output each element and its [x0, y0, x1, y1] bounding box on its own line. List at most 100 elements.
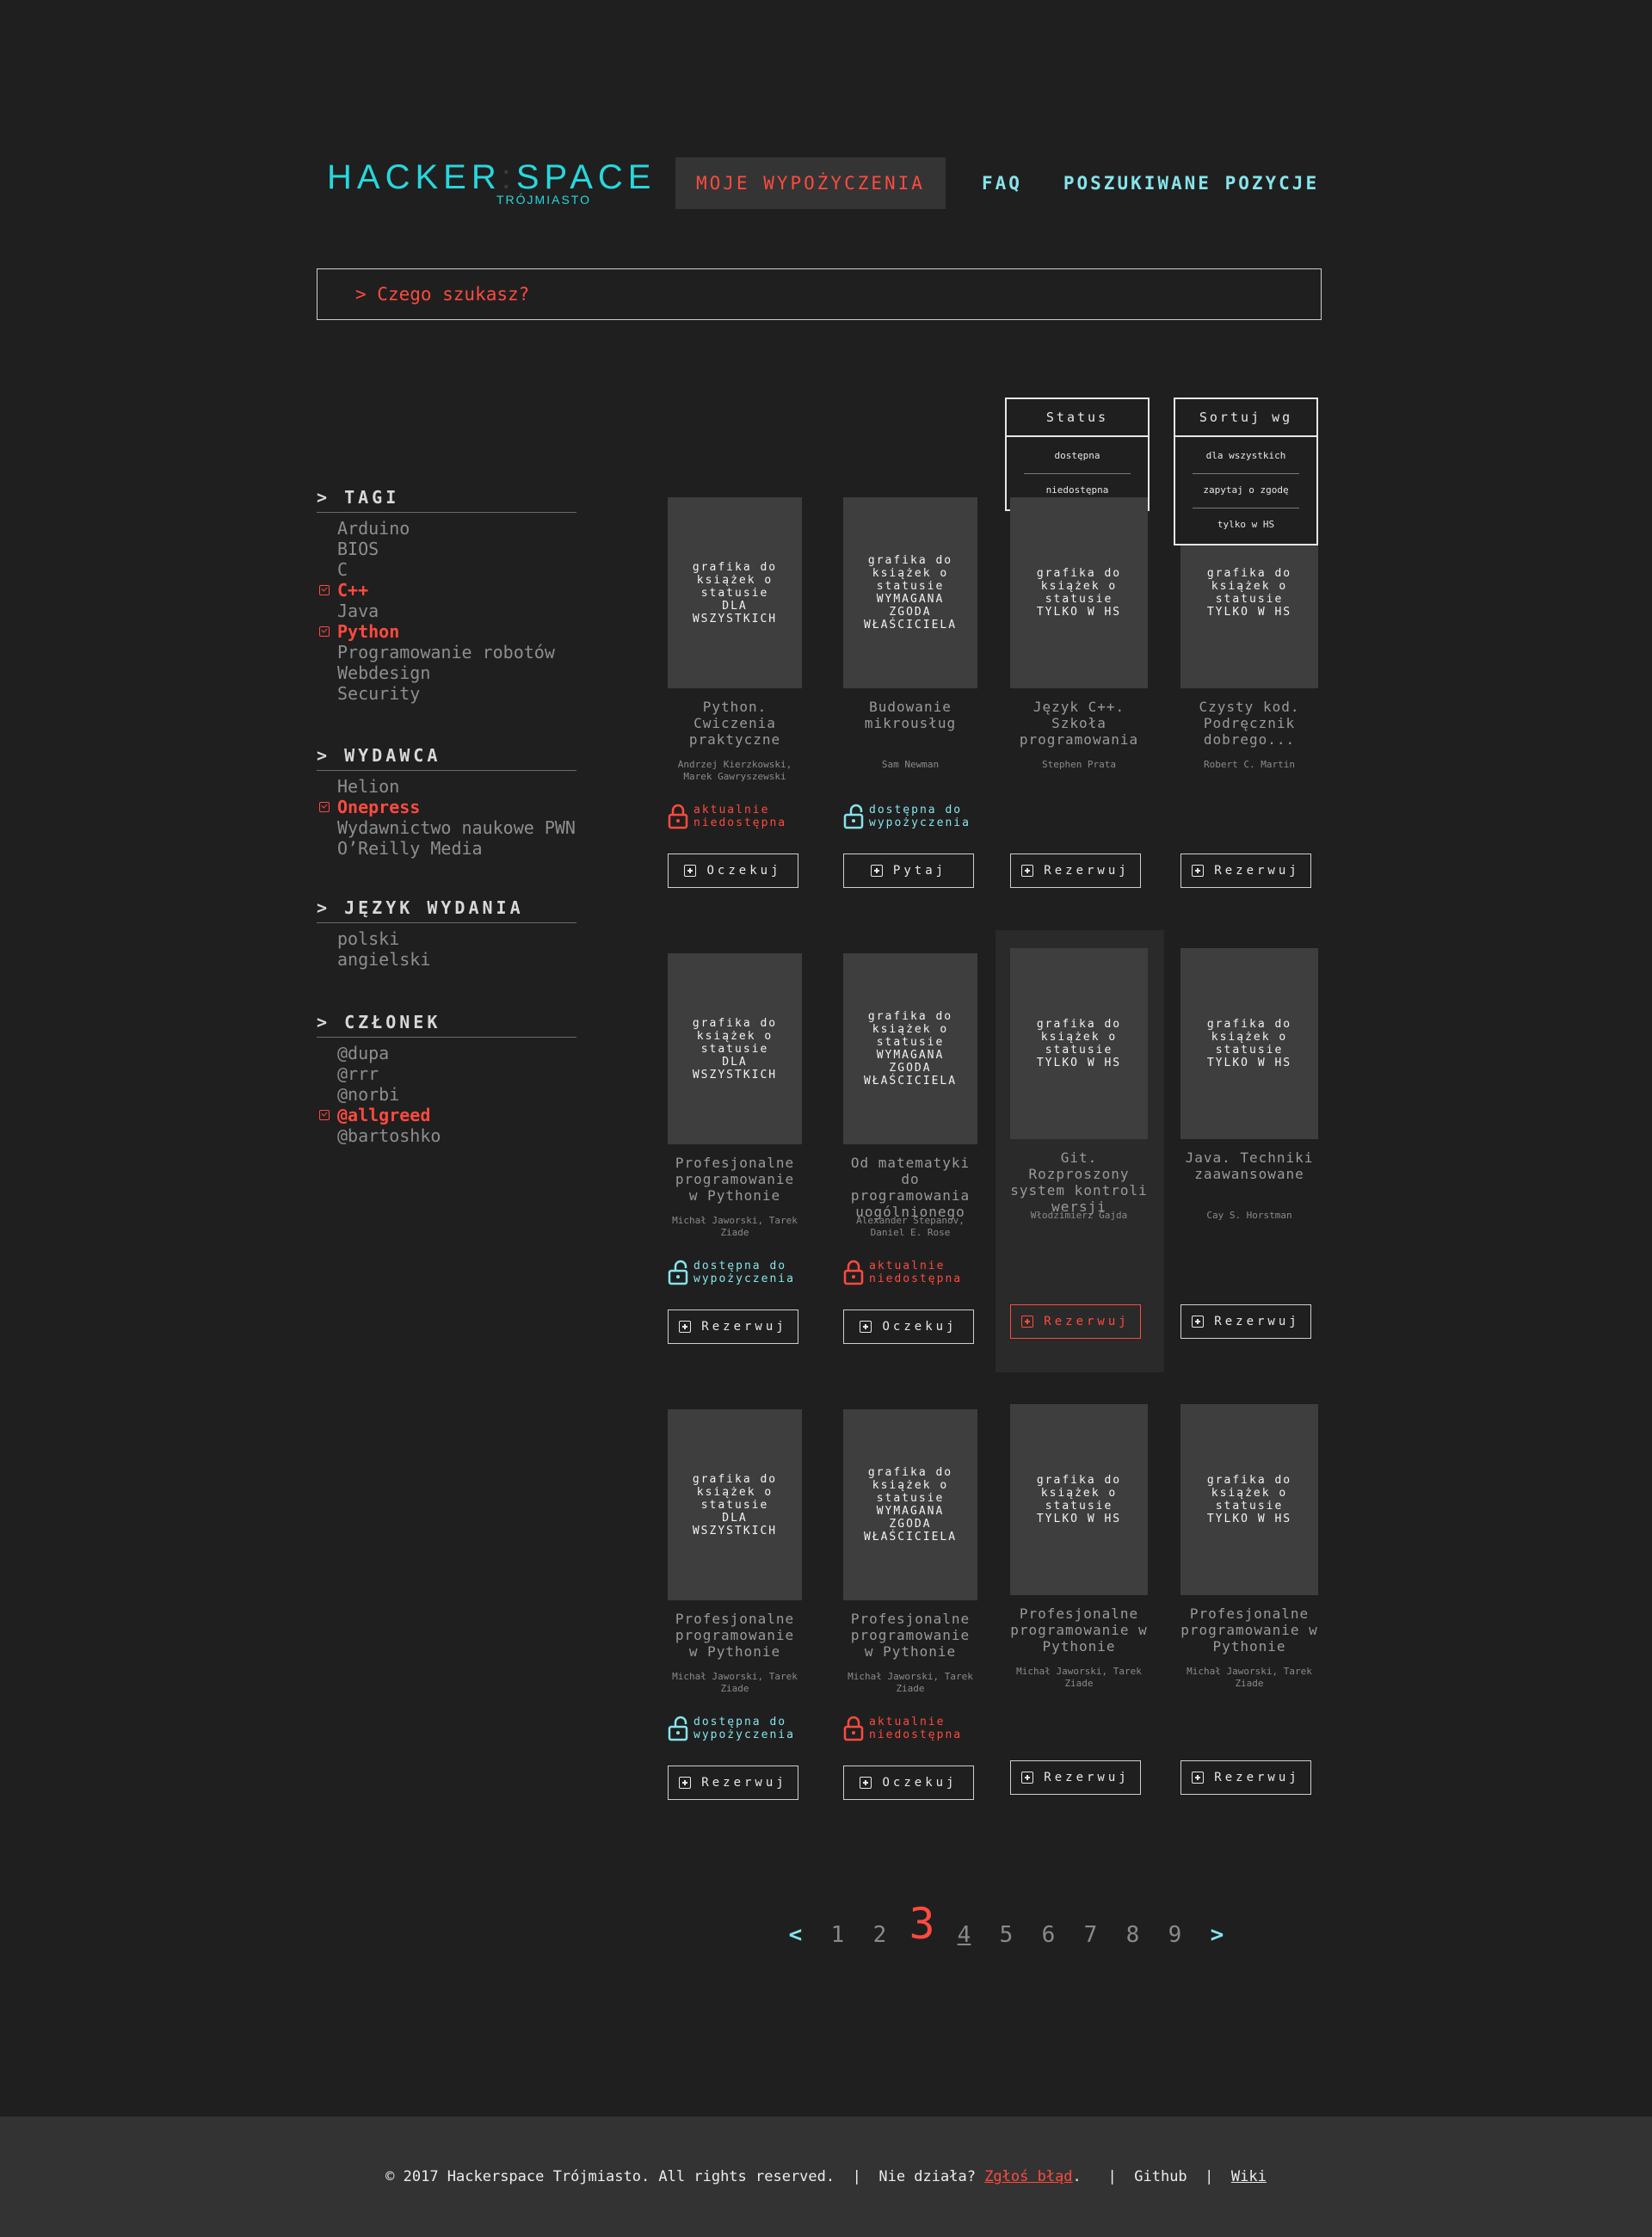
page-link[interactable]: 4: [943, 1920, 985, 1950]
book-title[interactable]: Czysty kod. Podręcznik dobrego...: [1180, 699, 1318, 752]
book-action-button[interactable]: Oczekuj: [668, 854, 798, 888]
github-link[interactable]: Github: [1134, 2168, 1187, 2185]
book-card[interactable]: grafika do książek o statusie WYMAGANA ZGODA…: [843, 497, 977, 888]
nav-wanted[interactable]: POSZUKIWANE POZYCJE: [1043, 157, 1340, 209]
plus-icon: [1192, 865, 1205, 877]
filter-item[interactable]: Arduino: [337, 518, 576, 539]
book-cover[interactable]: grafika do książek o statusie TYLKO W HS: [1010, 1404, 1148, 1595]
status-filter-dropdown[interactable]: Status dostępna niedostępna: [1005, 397, 1150, 511]
next-page-button[interactable]: >: [1196, 1920, 1238, 1950]
page-link[interactable]: 8: [1112, 1920, 1154, 1950]
filter-item[interactable]: Security: [337, 683, 576, 704]
book-card[interactable]: grafika do książek o statusie DLA WSZYSTKICH…: [668, 953, 802, 1344]
book-title[interactable]: Profesjonalne programowanie w Pythonie: [1010, 1605, 1148, 1659]
filter-item[interactable]: C: [337, 559, 576, 580]
filter-item[interactable]: polski: [337, 928, 576, 949]
filter-item[interactable]: Onepress: [319, 797, 576, 817]
book-action-button[interactable]: Oczekuj: [843, 1766, 974, 1800]
book-author: Stephen Prata: [1041, 759, 1117, 770]
book-action-button[interactable]: Rezerwuj: [1010, 854, 1141, 888]
book-action-button[interactable]: Pytaj: [843, 854, 974, 888]
page-link[interactable]: 7: [1069, 1920, 1112, 1950]
filter-item[interactable]: @norbi: [337, 1084, 576, 1105]
book-cover[interactable]: grafika do książek o statusie DLA WSZYSTKICH: [668, 1409, 802, 1600]
book-title[interactable]: Java. Techniki zaawansowane: [1180, 1149, 1318, 1203]
book-action-button[interactable]: Rezerwuj: [1180, 854, 1311, 888]
book-action-button[interactable]: Rezerwuj: [1010, 1304, 1141, 1339]
cover-text: WSZYSTKICH: [692, 1068, 778, 1082]
sort-dropdown[interactable]: Sortuj wg dla wszystkich zapytaj o zgodę…: [1174, 397, 1318, 545]
logo[interactable]: HACKER:SPACE TRÓJMIASTO: [327, 160, 650, 212]
search-input[interactable]: > Czego szukasz?: [317, 268, 1322, 320]
sort-label[interactable]: Sortuj wg: [1175, 399, 1316, 437]
book-cover[interactable]: grafika do książek o statusie TYLKO W HS: [1180, 948, 1318, 1139]
lock-open-icon: [843, 804, 869, 829]
filter-item[interactable]: angielski: [337, 949, 576, 970]
lock-closed-icon: [843, 1260, 869, 1285]
filter-item[interactable]: Java: [337, 601, 576, 621]
sort-option-all[interactable]: dla wszystkich: [1175, 439, 1316, 473]
book-title[interactable]: Profesjonalne programowanie w Pythonie: [1180, 1605, 1318, 1659]
book-action-button[interactable]: Rezerwuj: [1180, 1760, 1311, 1795]
book-card[interactable]: grafika do książek o statusie TYLKO W HS Git…: [1010, 948, 1148, 1339]
book-action-button[interactable]: Rezerwuj: [668, 1766, 798, 1800]
book-title[interactable]: Python. Cwiczenia praktyczne: [668, 699, 802, 752]
sort-option-hs[interactable]: tylko w HS: [1175, 508, 1316, 542]
status-option-available[interactable]: dostępna: [1007, 439, 1148, 473]
book-card[interactable]: grafika do książek o statusie WYMAGANA ZGODA…: [843, 1409, 977, 1800]
filter-item[interactable]: BIOS: [337, 539, 576, 559]
page-link[interactable]: 2: [859, 1920, 901, 1950]
book-cover[interactable]: grafika do książek o statusie TYLKO W HS: [1180, 1404, 1318, 1595]
wiki-link[interactable]: Wiki: [1231, 2168, 1267, 2185]
book-card[interactable]: grafika do książek o statusie TYLKO W HS Pro…: [1010, 1404, 1148, 1795]
book-action-button[interactable]: Rezerwuj: [1010, 1760, 1141, 1795]
book-title[interactable]: Język C++. Szkoła programowania: [1010, 699, 1148, 752]
book-action-label: Oczekuj: [706, 864, 782, 878]
filter-item[interactable]: Wydawnictwo naukowe PWN: [337, 817, 576, 838]
filter-item[interactable]: @dupa: [337, 1043, 576, 1063]
book-action-button[interactable]: Rezerwuj: [1180, 1304, 1311, 1339]
book-title[interactable]: Profesjonalne programowanie w Pythonie: [668, 1155, 802, 1208]
prev-page-button[interactable]: <: [774, 1920, 817, 1950]
book-cover[interactable]: grafika do książek o statusie TYLKO W HS: [1010, 948, 1148, 1139]
report-bug-link[interactable]: Zgłoś błąd: [984, 2168, 1072, 2185]
book-action-button[interactable]: Oczekuj: [843, 1310, 974, 1344]
book-card[interactable]: grafika do książek o statusie TYLKO W HS Czy…: [1180, 497, 1318, 888]
filter-item[interactable]: O’Reilly Media: [337, 838, 576, 859]
page-link[interactable]: 6: [1027, 1920, 1069, 1950]
page-link[interactable]: 5: [985, 1920, 1027, 1950]
book-cover[interactable]: grafika do książek o statusie DLA WSZYSTKICH: [668, 497, 802, 688]
status-filter-label[interactable]: Status: [1007, 399, 1148, 437]
nav-my-loans[interactable]: MOJE WYPOŻYCZENIA: [675, 157, 946, 209]
book-cover[interactable]: grafika do książek o statusie TYLKO W HS: [1010, 497, 1148, 688]
book-cover[interactable]: grafika do książek o statusie DLA WSZYSTKICH: [668, 953, 802, 1144]
book-card[interactable]: grafika do książek o statusie DLA WSZYSTKICH…: [668, 497, 802, 888]
filter-item[interactable]: Python: [319, 621, 576, 642]
book-card[interactable]: grafika do książek o statusie DLA WSZYSTKICH…: [668, 1409, 802, 1800]
sort-option-ask[interactable]: zapytaj o zgodę: [1175, 473, 1316, 508]
nav-faq[interactable]: FAQ: [961, 157, 1043, 209]
book-card[interactable]: grafika do książek o statusie TYLKO W HS Jav…: [1180, 948, 1318, 1339]
book-title[interactable]: Git. Rozproszony system kontroli wersji: [1010, 1149, 1148, 1215]
filter-item[interactable]: Webdesign: [337, 662, 576, 683]
filter-item[interactable]: @allgreed: [319, 1105, 576, 1125]
book-cover[interactable]: grafika do książek o statusie WYMAGANA ZGODA…: [843, 1409, 977, 1600]
filter-item[interactable]: Programowanie robotów: [337, 642, 576, 662]
book-cover[interactable]: grafika do książek o statusie WYMAGANA ZGODA…: [843, 953, 977, 1144]
filter-item[interactable]: Helion: [337, 776, 576, 797]
book-card[interactable]: grafika do książek o statusie WYMAGANA ZGODA…: [843, 953, 977, 1344]
book-card[interactable]: grafika do książek o statusie TYLKO W HS Jęz…: [1010, 497, 1148, 888]
book-title[interactable]: Profesjonalne programowanie w Pythonie: [668, 1611, 802, 1664]
book-title[interactable]: Budowanie mikrousług: [843, 699, 977, 752]
footer-dot: .: [1072, 2168, 1082, 2185]
filter-item[interactable]: @rrr: [337, 1063, 576, 1084]
page-link[interactable]: 9: [1154, 1920, 1196, 1950]
book-card[interactable]: grafika do książek o statusie TYLKO W HS Pro…: [1180, 1404, 1318, 1795]
book-action-button[interactable]: Rezerwuj: [668, 1310, 798, 1344]
page-link[interactable]: 1: [817, 1920, 859, 1950]
filter-item[interactable]: @bartoshko: [337, 1125, 576, 1146]
filter-item[interactable]: C++: [319, 580, 576, 601]
book-title[interactable]: Profesjonalne programowanie w Pythonie: [843, 1611, 977, 1664]
book-title[interactable]: Od matematyki do programowania uogólnion…: [843, 1155, 977, 1220]
book-cover[interactable]: grafika do książek o statusie WYMAGANA ZGODA…: [843, 497, 977, 688]
